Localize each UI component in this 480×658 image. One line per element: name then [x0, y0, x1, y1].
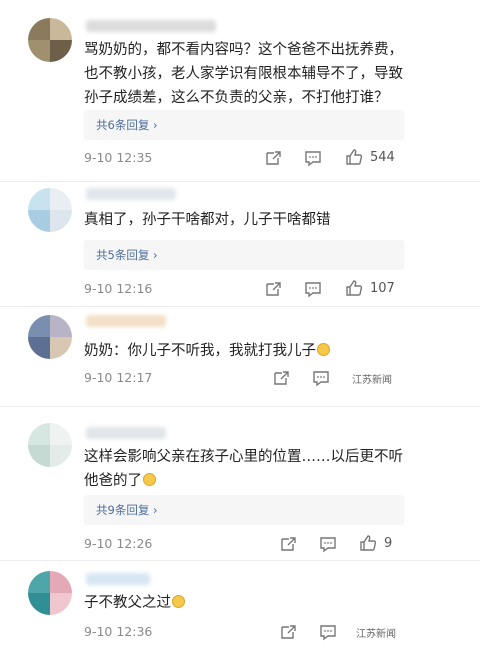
comment-item: 子不教父之过 9-10 12:36 江苏新闻: [0, 561, 480, 658]
reply-icon[interactable]: [312, 369, 330, 387]
avatar[interactable]: [28, 18, 72, 62]
like-count: 107: [370, 281, 395, 296]
comment-item: 骂奶奶的，都不看内容吗？这个爸爸不出抚养费，也不教小孩，老人家学识有限根本辅导不…: [0, 0, 480, 190]
avatar[interactable]: [28, 423, 72, 467]
reply-count-button[interactable]: 共9条回复 ›: [84, 495, 404, 525]
comment-text: 奶奶：你儿子不听我，我就打我儿子: [84, 339, 404, 363]
avatar[interactable]: [28, 188, 72, 232]
like-count: 9: [384, 536, 393, 551]
comment-time: 9-10 12:26: [84, 536, 153, 551]
share-icon[interactable]: [264, 149, 282, 167]
comment-item: 这样会影响父亲在孩子心里的位置……以后更不听他爸的了 共9条回复 › 9-10 …: [0, 407, 480, 557]
comment-item: 真相了，孙子干啥都对，儿子干啥都错 共5条回复 › 9-10 12:16 107: [0, 182, 480, 312]
username-blurred[interactable]: [86, 427, 166, 439]
like-count: 544: [370, 150, 395, 165]
comment-time: 9-10 12:35: [84, 150, 153, 165]
cat-emoji-icon: [172, 595, 185, 608]
smile-emoji-icon: [317, 343, 330, 356]
comment-text-body: 奶奶：你儿子不听我，我就打我儿子: [84, 343, 316, 359]
comment-text: 骂奶奶的，都不看内容吗？这个爸爸不出抚养费，也不教小孩，老人家学识有限根本辅导不…: [84, 42, 403, 106]
reply-count-label: 共9条回复 ›: [96, 503, 158, 517]
watermark: 江苏新闻: [356, 629, 396, 640]
reply-icon[interactable]: [304, 149, 322, 167]
comment-text: 子不教父之过: [84, 591, 404, 615]
reply-count-button[interactable]: 共6条回复 ›: [84, 110, 404, 140]
avatar[interactable]: [28, 315, 72, 359]
username-blurred[interactable]: [86, 20, 216, 32]
comment-text-body: 这样会影响父亲在孩子心里的位置……以后更不听他爸的了: [84, 449, 403, 489]
reply-count-button[interactable]: 共5条回复 ›: [84, 240, 404, 270]
reply-icon[interactable]: [319, 535, 337, 553]
like-icon[interactable]: [345, 279, 363, 297]
watermark: 江苏新闻: [352, 375, 392, 386]
reply-icon[interactable]: [319, 623, 337, 641]
username-blurred[interactable]: [86, 315, 166, 327]
comment-time: 9-10 12:16: [84, 281, 153, 296]
share-icon[interactable]: [272, 369, 290, 387]
comment-text-body: 子不教父之过: [84, 595, 171, 611]
smirk-emoji-icon: [143, 473, 156, 486]
reply-count-label: 共6条回复 ›: [96, 118, 158, 132]
reply-icon[interactable]: [304, 280, 322, 298]
like-icon[interactable]: [359, 534, 377, 552]
username-blurred[interactable]: [86, 573, 150, 585]
username-blurred[interactable]: [86, 188, 176, 200]
comment-item: 奶奶：你儿子不听我，我就打我儿子 9-10 12:17 江苏新闻: [0, 307, 480, 407]
comment-text: 这样会影响父亲在孩子心里的位置……以后更不听他爸的了: [84, 445, 404, 493]
share-icon[interactable]: [279, 623, 297, 641]
comment-text: 真相了，孙子干啥都对，儿子干啥都错: [84, 212, 331, 228]
share-icon[interactable]: [279, 535, 297, 553]
comment-time: 9-10 12:17: [84, 370, 153, 385]
like-icon[interactable]: [345, 148, 363, 166]
reply-count-label: 共5条回复 ›: [96, 248, 158, 262]
comment-time: 9-10 12:36: [84, 624, 153, 639]
avatar[interactable]: [28, 571, 72, 615]
share-icon[interactable]: [264, 280, 282, 298]
